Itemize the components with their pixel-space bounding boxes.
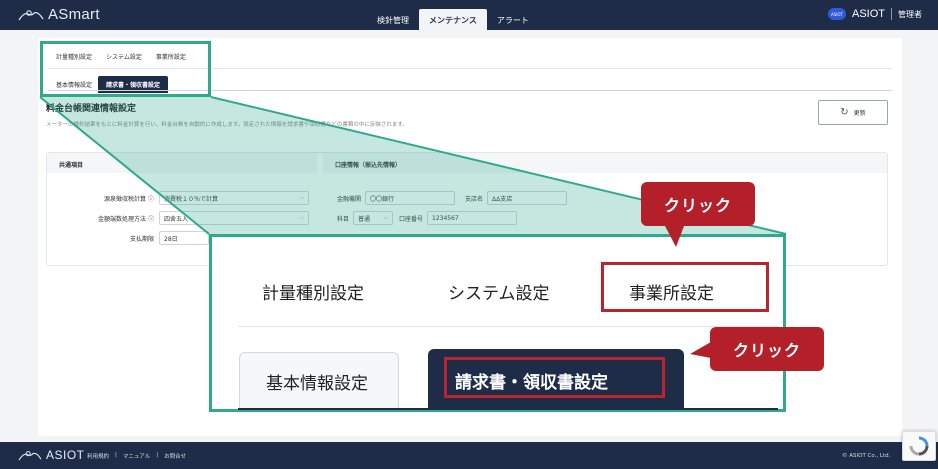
main-nav: 検針管理 メンテナンス アラート <box>367 9 539 30</box>
chevron-down-icon: ⌵ <box>299 194 304 201</box>
form-row-rounding: 金額端数処理方法 ⓘ 四舍五入 ⌵ <box>51 211 309 225</box>
branch-input[interactable]: ΔΔ支店 <box>487 191 568 205</box>
due-date-label: 支払期限 <box>129 235 154 243</box>
bank-label: 金融機関 <box>337 195 362 203</box>
footer-separator: | <box>115 452 117 458</box>
form-row-bank: 金融機関 〇〇銀行 支店名 ΔΔ支店 <box>337 191 568 205</box>
form-row-withholding: 源泉徴収税計算 ⓘ 消費税１０％で計算 ⌵ <box>51 191 309 205</box>
branch-label: 支店名 <box>465 195 484 203</box>
due-date-input[interactable]: 28日 <box>159 231 209 245</box>
contact-link[interactable]: お問合せ <box>164 452 186 460</box>
rounding-select[interactable]: 四舍五入 ⌵ <box>159 211 309 225</box>
logo-text: ASmart <box>48 6 100 23</box>
rounding-value: 四舍五入 <box>164 215 189 223</box>
zoom-tab-invoice-receipt[interactable]: 請求書・領収書設定 <box>428 349 684 408</box>
update-button[interactable]: ↻ 更新 <box>818 100 888 125</box>
zoom-panel: 計量種別設定 システム設定 事業所設定 基本情報設定 請求書・領収書設定 <box>209 234 786 412</box>
account-type-value: 普通 <box>358 215 371 223</box>
account-type-label: 科目 <box>337 215 350 223</box>
manual-link[interactable]: マニュアル <box>123 452 150 460</box>
account-number-label: 口座番号 <box>399 215 424 223</box>
update-button-label: 更新 <box>853 110 866 117</box>
company-badge-icon: ASIOT <box>827 8 846 20</box>
account-type-select[interactable]: 普通 ⌵ <box>353 211 394 225</box>
footer-logo: ASIOT <box>18 448 85 462</box>
zoom-tab-meter-type[interactable]: 計量種別設定 <box>262 279 364 304</box>
zoom-tab-basic-info[interactable]: 基本情報設定 <box>239 352 399 408</box>
refresh-icon: ↻ <box>840 107 849 118</box>
header-divider <box>891 8 892 20</box>
zoom-tabs-divider <box>238 326 778 327</box>
rounding-label: 金額端数処理方法 ⓘ <box>98 215 154 223</box>
chevron-down-icon: ⌵ <box>383 214 389 221</box>
section-title: 料金台帳関連情報設定 <box>46 104 137 114</box>
terms-link[interactable]: 利用規約 <box>87 452 109 460</box>
footer-logo-text: ASIOT <box>46 448 85 462</box>
branch-value: ΔΔ支店 <box>492 195 513 203</box>
nav-tab-meter-reading[interactable]: 検針管理 <box>367 9 419 30</box>
recaptcha-icon <box>909 436 929 456</box>
account-number-value: 1234567 <box>432 214 459 222</box>
form-row-due-date: 支払期限 28日 <box>51 231 209 245</box>
copyright: © ASIOT Co., Ltd. <box>842 453 891 459</box>
zoom-invoice-highlight: 請求書・領収書設定 <box>444 357 665 398</box>
withholding-label: 源泉徴収税計算 ⓘ <box>104 195 154 203</box>
logo-wave-icon <box>18 9 44 20</box>
footer: ASIOT 利用規約 | マニュアル | お問合せ © ASIOT Co., L… <box>0 442 938 469</box>
user-area: ASIOT ASIOT 管理者 <box>827 8 922 20</box>
nav-tab-alert[interactable]: アラート <box>487 9 539 30</box>
footer-separator: | <box>156 452 159 458</box>
help-icon[interactable]: ⓘ <box>148 216 154 223</box>
due-date-value: 28日 <box>164 235 178 243</box>
help-icon[interactable]: ⓘ <box>148 196 154 203</box>
withholding-select[interactable]: 消費税１０％で計算 ⌵ <box>159 191 309 205</box>
zoom-tab-system[interactable]: システム設定 <box>448 279 550 304</box>
bank-input[interactable]: 〇〇銀行 <box>365 191 456 205</box>
zoom-subtabs-divider <box>238 408 778 410</box>
withholding-value: 消費税１０％で計算 <box>164 195 219 203</box>
click-callout-1: クリック <box>641 182 755 226</box>
form-row-account: 科目 普通 ⌵ 口座番号 1234567 <box>337 211 518 225</box>
asmart-logo[interactable]: ASmart <box>18 6 100 23</box>
tabs-highlight-box <box>40 41 211 97</box>
recaptcha-badge[interactable] <box>902 431 936 461</box>
footer-logo-wave-icon <box>18 450 42 460</box>
common-items-heading: 共通項目 <box>47 153 317 173</box>
company-name: ASIOT <box>851 8 885 20</box>
top-header: ASmart 検針管理 メンテナンス アラート ASIOT ASIOT 管理者 <box>0 0 938 30</box>
nav-tab-maintenance[interactable]: メンテナンス <box>419 9 487 30</box>
account-number-input[interactable]: 1234567 <box>427 211 518 225</box>
chevron-down-icon: ⌵ <box>299 214 304 221</box>
zoom-tab-office[interactable]: 事業所設定 <box>629 279 714 304</box>
bank-value: 〇〇銀行 <box>370 195 395 203</box>
click-callout-2: クリック <box>710 327 824 371</box>
section-description: メーターの検針結果をもとに料金計算を行い、料金台帳を自動的に作成します。設定され… <box>46 122 408 128</box>
user-role-menu[interactable]: 管理者 <box>898 9 922 20</box>
footer-links: 利用規約 | マニュアル | お問合せ <box>87 452 186 460</box>
account-info-heading: 口座情報（振込先情報） <box>323 153 887 173</box>
